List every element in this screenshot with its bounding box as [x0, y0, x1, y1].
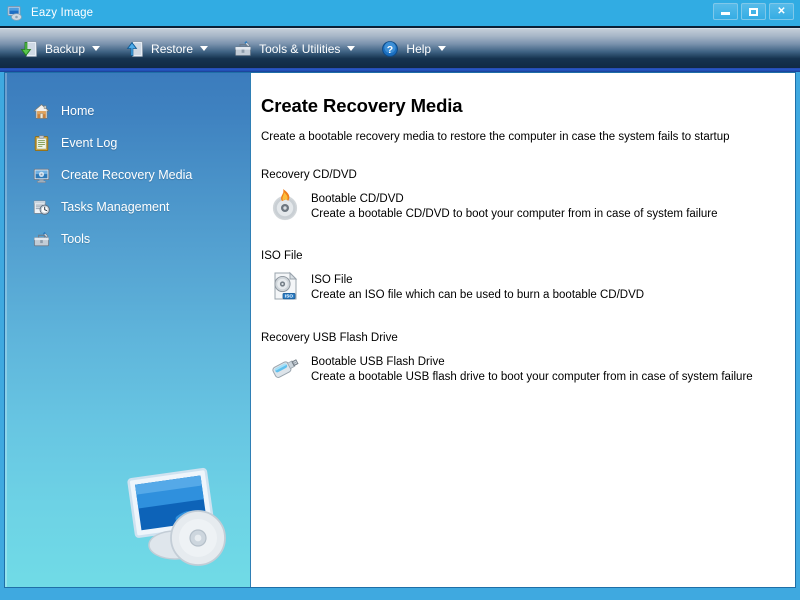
toolbox-icon — [33, 231, 50, 248]
chevron-down-icon[interactable] — [438, 46, 447, 51]
usb-flash-drive-icon — [269, 352, 301, 384]
option-title: ISO File — [311, 274, 353, 286]
toolbar-item-help[interactable]: ? Help — [379, 34, 448, 64]
close-icon: ✕ — [777, 6, 786, 17]
section-recovery-usb-flash-drive: Recovery USB Flash Drive Bootable USB Fl… — [261, 332, 795, 385]
sidebar-item-tools[interactable]: Tools — [5, 223, 250, 255]
page-title: Create Recovery Media — [261, 95, 463, 116]
option-text: ISO File Create an ISO file which can be… — [311, 273, 644, 303]
toolbox-icon — [234, 40, 252, 58]
svg-text:ISO: ISO — [285, 294, 293, 299]
toolbar-item-restore[interactable]: Restore — [124, 34, 210, 64]
section-heading: Recovery CD/DVD — [261, 169, 357, 181]
monitor-disc-watermark — [123, 465, 243, 575]
sidebar-item-create-recovery-media[interactable]: Create Recovery Media — [5, 159, 250, 191]
toolbar-label: Backup — [45, 41, 86, 56]
tasks-clock-icon — [33, 199, 50, 216]
toolbar-label: Restore — [151, 41, 194, 56]
sidebar-edge-highlight — [5, 73, 7, 587]
option-title: Bootable USB Flash Drive — [311, 356, 445, 368]
sidebar: Home Event Log Create Recovery Media Tas… — [5, 73, 251, 587]
sidebar-nav: Home Event Log Create Recovery Media Tas… — [5, 73, 250, 255]
section-heading: Recovery USB Flash Drive — [261, 332, 398, 344]
page-subtitle: Create a bootable recovery media to rest… — [261, 131, 730, 143]
restore-up-arrow-icon — [126, 40, 144, 58]
option-bootable-cd-dvd[interactable]: Bootable CD/DVD Create a bootable CD/DVD… — [261, 189, 795, 222]
toolbar-item-backup[interactable]: Backup — [18, 34, 102, 64]
clipboard-log-icon — [33, 134, 50, 152]
window-body: Home Event Log Create Recovery Media Tas… — [4, 72, 796, 588]
option-iso-file[interactable]: ISO ISO File Create an ISO file which ca… — [261, 270, 795, 303]
sidebar-item-tasks-management[interactable]: Tasks Management — [5, 191, 250, 223]
monitor-media-icon — [33, 167, 50, 184]
sidebar-item-label: Tools — [61, 232, 91, 246]
option-description: Create a bootable USB flash drive to boo… — [311, 371, 753, 383]
sidebar-item-home[interactable]: Home — [5, 95, 250, 127]
section-heading: ISO File — [261, 250, 303, 262]
sidebar-item-label: Create Recovery Media — [61, 168, 193, 182]
sidebar-item-label: Home — [61, 104, 95, 118]
sidebar-item-label: Event Log — [61, 136, 118, 150]
close-button[interactable]: ✕ — [769, 3, 794, 20]
option-title: Bootable CD/DVD — [311, 193, 404, 205]
chevron-down-icon[interactable] — [92, 46, 101, 51]
option-bootable-usb-flash-drive[interactable]: Bootable USB Flash Drive Create a bootab… — [261, 355, 795, 385]
main-content: Create Recovery Media Create a bootable … — [251, 73, 795, 587]
chevron-down-icon[interactable] — [200, 46, 209, 51]
minimize-button[interactable] — [713, 3, 738, 20]
sidebar-item-event-log[interactable]: Event Log — [5, 127, 250, 159]
window-title: Eazy Image — [31, 7, 94, 19]
section-recovery-cd-dvd: Recovery CD/DVD Bootable CD/DVD Create a… — [261, 169, 795, 222]
sidebar-item-label: Tasks Management — [61, 200, 170, 214]
burn-cd-dvd-icon — [269, 189, 301, 221]
toolbar-label: Help — [406, 41, 432, 56]
app-monitor-disc-icon — [7, 5, 23, 21]
toolbar-label: Tools & Utilities — [259, 41, 341, 56]
application-window: Eazy Image ✕ Backup Restore Tools & Util… — [0, 0, 800, 600]
backup-down-arrow-icon — [20, 40, 38, 58]
main-toolbar: Backup Restore Tools & Utilities ? Help — [0, 28, 800, 68]
option-text: Bootable USB Flash Drive Create a bootab… — [311, 355, 753, 385]
option-text: Bootable CD/DVD Create a bootable CD/DVD… — [311, 192, 718, 222]
option-description: Create an ISO file which can be used to … — [311, 289, 645, 301]
window-controls: ✕ — [713, 3, 794, 20]
section-iso-file: ISO File ISO ISO File Create an ISO file… — [261, 250, 795, 303]
title-bar: Eazy Image ✕ — [0, 0, 800, 26]
maximize-button[interactable] — [741, 3, 766, 20]
help-question-icon: ? — [381, 40, 399, 58]
svg-text:?: ? — [387, 43, 393, 55]
option-description: Create a bootable CD/DVD to boot your co… — [311, 208, 718, 220]
iso-file-icon: ISO — [269, 270, 301, 302]
home-icon — [33, 103, 50, 120]
toolbar-item-tools-utilities[interactable]: Tools & Utilities — [232, 34, 357, 64]
chevron-down-icon[interactable] — [347, 46, 356, 51]
